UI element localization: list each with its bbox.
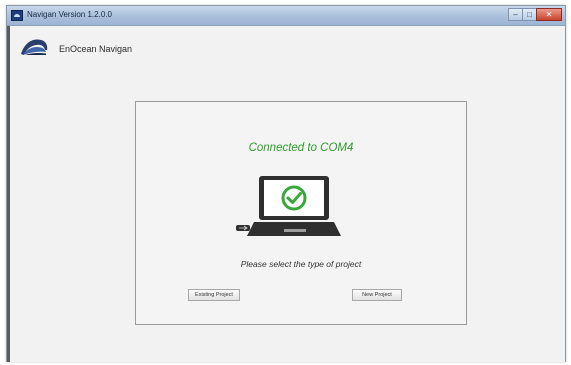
- maximize-button[interactable]: □: [522, 8, 536, 21]
- window-controls: – □ ✕: [508, 8, 562, 23]
- brand-name: EnOcean Navigan: [59, 44, 133, 54]
- connection-status: Connected to COM4: [248, 142, 354, 154]
- app-icon: [11, 10, 23, 21]
- enocean-logo-icon: [21, 39, 48, 55]
- existing-project-button[interactable]: Existing Project: [188, 289, 240, 301]
- app-window: Navigan Version 1.2.0.0 – □ ✕ EnOcean Na…: [6, 5, 566, 362]
- title-bar[interactable]: Navigan Version 1.2.0.0 – □ ✕: [7, 6, 565, 26]
- project-panel: Connected to COM4 Please select the type…: [135, 101, 467, 325]
- minimize-button[interactable]: –: [508, 8, 522, 21]
- new-project-button[interactable]: New Project: [352, 289, 402, 301]
- project-type-prompt: Please select the type of project: [240, 259, 362, 269]
- laptop-connected-icon: [236, 176, 341, 236]
- left-divider: [7, 26, 10, 362]
- window-title: Navigan Version 1.2.0.0: [27, 10, 112, 19]
- close-button[interactable]: ✕: [536, 8, 562, 21]
- client-area: EnOcean Navigan Connected to COM4 Please…: [7, 26, 565, 362]
